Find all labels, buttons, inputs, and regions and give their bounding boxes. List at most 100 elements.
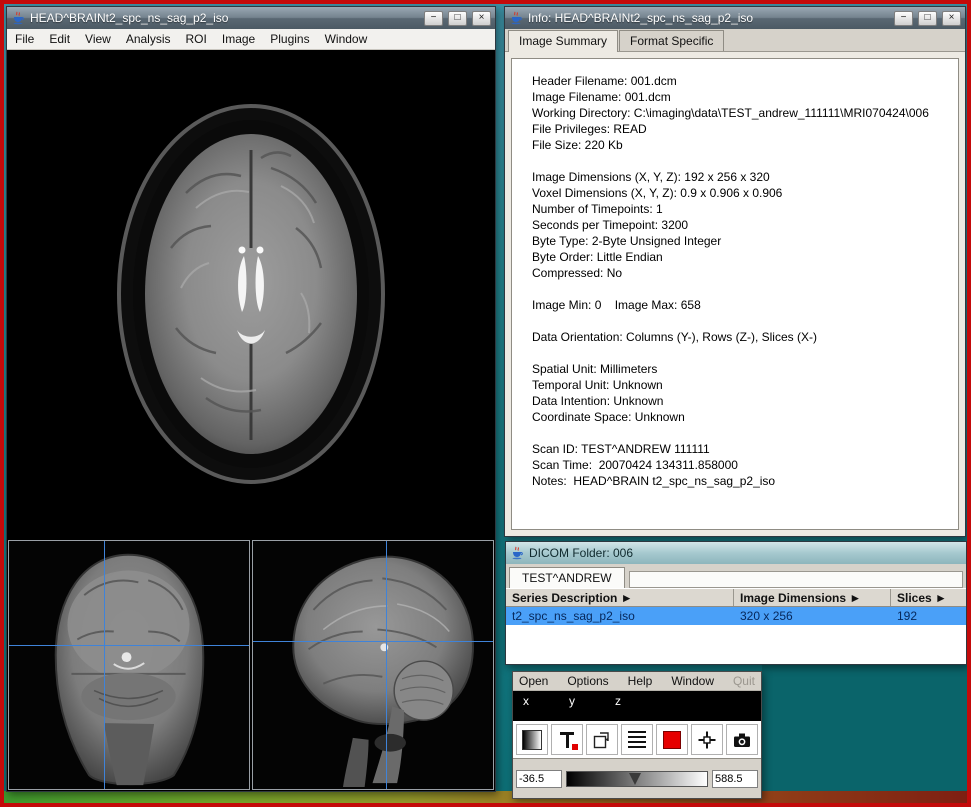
info-line: Number of Timepoints: 1 <box>532 201 954 217</box>
menu-view[interactable]: View <box>85 32 111 46</box>
menu-window[interactable]: Window <box>325 32 368 46</box>
center-crosshair-button[interactable] <box>691 724 723 755</box>
center-crosshair-icon <box>697 730 717 750</box>
axis-label-y: y <box>569 694 575 708</box>
tab-format-specific[interactable]: Format Specific <box>619 30 724 51</box>
text-color-dot <box>572 744 578 750</box>
series-row-selected[interactable]: t2_spc_ns_sag_p2_iso 320 x 256 192 <box>506 607 966 625</box>
image-flip-icon <box>592 730 612 750</box>
info-body: Header Filename: 001.dcm Image Filename:… <box>505 52 965 536</box>
orthogonal-views <box>7 539 495 791</box>
crosshair-horizontal <box>9 645 249 646</box>
sagittal-view[interactable] <box>252 540 494 790</box>
menu-plugins[interactable]: Plugins <box>270 32 309 46</box>
axis-label-x: x <box>523 694 529 708</box>
max-intensity-input[interactable] <box>712 770 758 788</box>
menu-edit[interactable]: Edit <box>49 32 70 46</box>
info-line: Working Directory: C:\imaging\data\TEST_… <box>532 105 954 121</box>
paint-color-button[interactable] <box>656 724 688 755</box>
axis-label-z: z <box>615 694 621 708</box>
menu-file[interactable]: File <box>15 32 34 46</box>
menu-analysis[interactable]: Analysis <box>126 32 171 46</box>
intensity-slider[interactable] <box>566 771 708 787</box>
paint-color-icon <box>663 731 681 749</box>
cell-slices: 192 <box>891 607 966 625</box>
column-image-dimensions[interactable]: Image Dimensions ► <box>734 589 891 606</box>
info-line: Byte Type: 2-Byte Unsigned Integer <box>532 233 954 249</box>
crosshair-vertical <box>104 541 105 789</box>
info-line <box>532 281 954 297</box>
sagittal-brain-mri <box>253 541 493 789</box>
dicom-tabbar: TEST^ANDREW <box>506 564 966 588</box>
axial-brain-mri <box>111 98 391 490</box>
series-table-header: Series Description ► Image Dimensions ► … <box>506 588 966 607</box>
toolbar-icon-row <box>513 721 761 759</box>
info-line: Scan ID: TEST^ANDREW 111111 <box>532 441 954 457</box>
toolbar-window: Open Options Help Window Quit x y z <box>512 671 762 799</box>
column-slices[interactable]: Slices ► <box>891 589 966 606</box>
info-text-panel: Header Filename: 001.dcm Image Filename:… <box>511 58 959 530</box>
info-line: Spatial Unit: Millimeters <box>532 361 954 377</box>
maximize-button[interactable]: □ <box>448 11 467 26</box>
info-window-titlebar[interactable]: Info: HEAD^BRAINt2_spc_ns_sag_p2_iso − □… <box>505 7 965 29</box>
menu-window[interactable]: Window <box>671 674 714 688</box>
info-line: Notes: HEAD^BRAIN t2_spc_ns_sag_p2_iso <box>532 473 954 489</box>
desktop-bottom-strip <box>4 791 967 803</box>
info-line <box>532 345 954 361</box>
info-line: Temporal Unit: Unknown <box>532 377 954 393</box>
info-line: Image Dimensions (X, Y, Z): 192 x 256 x … <box>532 169 954 185</box>
menu-options[interactable]: Options <box>567 674 608 688</box>
column-series-description[interactable]: Series Description ► <box>506 589 734 606</box>
coronal-brain-mri <box>9 541 249 789</box>
cell-series-description: t2_spc_ns_sag_p2_iso <box>506 607 734 625</box>
image-window-titlebar[interactable]: HEAD^BRAINt2_spc_ns_sag_p2_iso − □ × <box>7 7 495 29</box>
coronal-view[interactable] <box>8 540 250 790</box>
dicom-window-title: DICOM Folder: 006 <box>529 546 962 560</box>
info-window-title: Info: HEAD^BRAINt2_spc_ns_sag_p2_iso <box>528 11 889 25</box>
desktop: HEAD^BRAINt2_spc_ns_sag_p2_iso − □ × Fil… <box>0 0 971 807</box>
menu-lines-button[interactable] <box>621 724 653 755</box>
menu-quit[interactable]: Quit <box>733 674 755 688</box>
camera-button[interactable] <box>726 724 758 755</box>
image-window: HEAD^BRAINt2_spc_ns_sag_p2_iso − □ × Fil… <box>6 6 496 792</box>
menu-image[interactable]: Image <box>222 32 255 46</box>
info-tabbar: Image Summary Format Specific <box>505 29 965 52</box>
java-app-icon <box>510 546 524 560</box>
toolbar-menubar: Open Options Help Window Quit <box>513 672 761 691</box>
info-line: Voxel Dimensions (X, Y, Z): 0.9 x 0.906 … <box>532 185 954 201</box>
menu-open[interactable]: Open <box>519 674 548 688</box>
info-line: Image Filename: 001.dcm <box>532 89 954 105</box>
image-flip-button[interactable] <box>586 724 618 755</box>
info-line: Header Filename: 001.dcm <box>532 73 954 89</box>
info-line: File Size: 220 Kb <box>532 137 954 153</box>
java-app-icon <box>509 11 523 25</box>
java-app-icon <box>11 11 25 25</box>
text-annotation-button[interactable] <box>551 724 583 755</box>
minimize-button[interactable]: − <box>894 11 913 26</box>
maximize-button[interactable]: □ <box>918 11 937 26</box>
cell-image-dimensions: 320 x 256 <box>734 607 891 625</box>
close-button[interactable]: × <box>472 11 491 26</box>
slider-thumb[interactable] <box>629 773 641 785</box>
axial-view[interactable] <box>7 50 495 539</box>
crosshair-vertical <box>386 541 387 789</box>
tab-image-summary[interactable]: Image Summary <box>508 30 618 52</box>
minimize-button[interactable]: − <box>424 11 443 26</box>
main-menubar: File Edit View Analysis ROI Image Plugin… <box>7 29 495 50</box>
close-button[interactable]: × <box>942 11 961 26</box>
camera-icon <box>732 730 752 750</box>
lut-button[interactable] <box>516 724 548 755</box>
info-line <box>532 153 954 169</box>
info-line: Image Min: 0 Image Max: 658 <box>532 297 954 313</box>
menu-lines-icon <box>628 731 646 748</box>
menu-help[interactable]: Help <box>628 674 653 688</box>
menu-roi[interactable]: ROI <box>186 32 207 46</box>
dicom-window-titlebar[interactable]: DICOM Folder: 006 <box>506 542 966 564</box>
info-line: File Privileges: READ <box>532 121 954 137</box>
tab-filler <box>629 571 963 588</box>
image-window-title: HEAD^BRAINt2_spc_ns_sag_p2_iso <box>30 11 419 25</box>
info-line: Coordinate Space: Unknown <box>532 409 954 425</box>
min-intensity-input[interactable] <box>516 770 562 788</box>
tab-test-andrew[interactable]: TEST^ANDREW <box>509 567 625 588</box>
info-line: Data Orientation: Columns (Y-), Rows (Z-… <box>532 329 954 345</box>
